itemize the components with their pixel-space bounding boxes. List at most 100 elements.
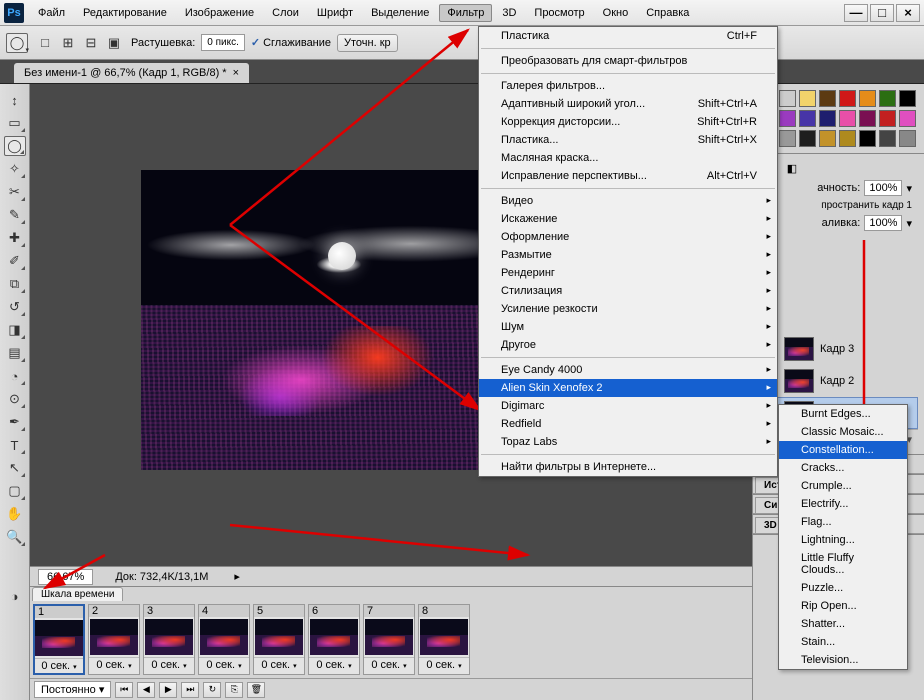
swatch[interactable] [819, 110, 836, 127]
menu-item[interactable]: Alien Skin Xenofex 2 [479, 379, 777, 397]
color-swatches[interactable] [3, 559, 27, 583]
prev-frame-button[interactable]: ◀ [137, 682, 155, 698]
menu-3d[interactable]: 3D [494, 4, 524, 22]
opacity-step-icon[interactable]: ▾ [906, 182, 912, 195]
menu-item[interactable]: Burnt Edges... [779, 405, 907, 423]
menu-просмотр[interactable]: Просмотр [526, 4, 592, 22]
swatch[interactable] [899, 130, 916, 147]
delete-frame-button[interactable]: 🗑 [247, 682, 265, 698]
layer-row[interactable]: Кадр 3 [759, 333, 918, 365]
healing-tool[interactable]: ✚ [4, 228, 26, 248]
menu-фильтр[interactable]: Фильтр [439, 4, 492, 22]
crop-tool[interactable]: ✂ [4, 182, 26, 202]
swatch[interactable] [799, 110, 816, 127]
feather-input[interactable]: 0 пикс. [201, 34, 245, 51]
menu-файл[interactable]: Файл [30, 4, 73, 22]
selection-mode-add[interactable]: ⊞ [57, 33, 79, 53]
menu-item[interactable]: Размытие [479, 246, 777, 264]
swatch[interactable] [879, 90, 896, 107]
selection-mode-new[interactable]: □ [34, 33, 56, 53]
menu-шрифт[interactable]: Шрифт [309, 4, 361, 22]
menu-item[interactable]: Масляная краска... [479, 149, 777, 167]
swatch[interactable] [839, 110, 856, 127]
dodge-tool[interactable]: ⊙ [4, 389, 26, 409]
menu-item[interactable]: Cracks... [779, 459, 907, 477]
minimize-button[interactable]: — [844, 4, 868, 22]
menu-item[interactable]: Redfield [479, 415, 777, 433]
menu-item[interactable]: Classic Mosaic... [779, 423, 907, 441]
propagate-frame-row[interactable]: пространить кадр 1 [759, 198, 918, 213]
move-tool[interactable]: ↕ [4, 90, 26, 110]
hand-tool[interactable]: ✋ [4, 504, 26, 524]
swatch[interactable] [859, 110, 876, 127]
menu-item[interactable]: Адаптивный широкий угол...Shift+Ctrl+A [479, 95, 777, 113]
menu-item[interactable]: Stain... [779, 633, 907, 651]
menu-окно[interactable]: Окно [595, 4, 637, 22]
refine-edge-button[interactable]: Уточн. кр [337, 34, 398, 52]
tween-button[interactable]: ↻ [203, 682, 221, 698]
menu-item[interactable]: Галерея фильтров... [479, 77, 777, 95]
duplicate-frame-button[interactable]: ⎘ [225, 682, 243, 698]
timeline-tab[interactable]: Шкала времени [32, 587, 123, 601]
menu-item[interactable]: Шум [479, 318, 777, 336]
menu-item[interactable]: Оформление [479, 228, 777, 246]
doc-info-arrow-icon[interactable]: ▸ [234, 570, 240, 583]
swatch[interactable] [899, 90, 916, 107]
swatch[interactable] [779, 130, 796, 147]
menu-item[interactable]: Flag... [779, 513, 907, 531]
animation-frame[interactable]: 40 сек. ▾ [198, 604, 250, 675]
menu-item[interactable]: Constellation... [779, 441, 907, 459]
zoom-tool[interactable]: 🔍 [4, 527, 26, 547]
layer-row[interactable]: Кадр 2 [759, 365, 918, 397]
menu-item[interactable]: Little Fluffy Clouds... [779, 549, 907, 579]
play-button[interactable]: ▶ [159, 682, 177, 698]
menu-item[interactable]: Electrify... [779, 495, 907, 513]
shape-tool[interactable]: ▢ [4, 481, 26, 501]
swatch[interactable] [779, 110, 796, 127]
lasso-tool[interactable]: ◯ [4, 136, 26, 156]
menu-item[interactable]: Пластика...Shift+Ctrl+X [479, 131, 777, 149]
fill-step-icon[interactable]: ▾ [906, 217, 912, 230]
menu-item[interactable]: Crumple... [779, 477, 907, 495]
menu-выделение[interactable]: Выделение [363, 4, 437, 22]
swatch[interactable] [839, 130, 856, 147]
pen-tool[interactable]: ✒ [4, 412, 26, 432]
clone-tool[interactable]: ⧉ [4, 274, 26, 294]
menu-item[interactable]: Puzzle... [779, 579, 907, 597]
menu-item[interactable]: Найти фильтры в Интернете... [479, 458, 777, 476]
first-frame-button[interactable]: ⏮ [115, 682, 133, 698]
menu-справка[interactable]: Справка [638, 4, 697, 22]
menu-item[interactable]: Topaz Labs [479, 433, 777, 451]
menu-item[interactable]: Видео [479, 192, 777, 210]
swatch[interactable] [799, 90, 816, 107]
layer-filter-icon[interactable]: ◧ [787, 162, 797, 175]
menu-item[interactable]: Искажение [479, 210, 777, 228]
close-tab-icon[interactable]: × [233, 67, 239, 79]
swatch[interactable] [799, 130, 816, 147]
menu-item[interactable]: Eye Candy 4000 [479, 361, 777, 379]
document-tab[interactable]: Без имени-1 @ 66,7% (Кадр 1, RGB/8) * × [14, 63, 249, 83]
eyedropper-tool[interactable]: ✎ [4, 205, 26, 225]
menu-item[interactable]: Rip Open... [779, 597, 907, 615]
swatch[interactable] [779, 90, 796, 107]
menu-item[interactable]: Digimarc [479, 397, 777, 415]
swatch[interactable] [899, 110, 916, 127]
fill-value[interactable]: 100% [864, 215, 902, 231]
animation-frame[interactable]: 50 сек. ▾ [253, 604, 305, 675]
close-button[interactable]: × [896, 4, 920, 22]
selection-mode-intersect[interactable]: ▣ [103, 33, 125, 53]
zoom-level[interactable]: 66,67% [38, 569, 93, 585]
animation-frame[interactable]: 60 сек. ▾ [308, 604, 360, 675]
menu-редактирование[interactable]: Редактирование [75, 4, 175, 22]
marquee-tool[interactable]: ▭ [4, 113, 26, 133]
animation-frame[interactable]: 30 сек. ▾ [143, 604, 195, 675]
menu-слои[interactable]: Слои [264, 4, 307, 22]
animation-frame[interactable]: 70 сек. ▾ [363, 604, 415, 675]
type-tool[interactable]: T [4, 435, 26, 455]
animation-frame[interactable]: 80 сек. ▾ [418, 604, 470, 675]
swatch[interactable] [819, 90, 836, 107]
menu-item[interactable]: Shatter... [779, 615, 907, 633]
path-tool[interactable]: ↖ [4, 458, 26, 478]
menu-item[interactable]: Преобразовать для смарт-фильтров [479, 52, 777, 70]
quick-mask-toggle[interactable]: ◑ [4, 586, 26, 606]
